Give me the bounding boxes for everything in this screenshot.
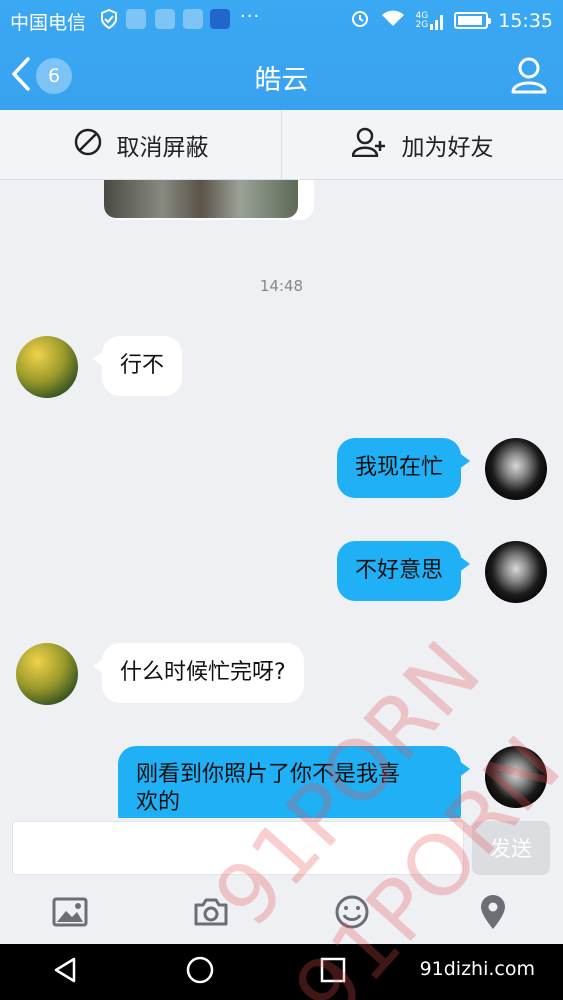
more-notifications-icon: ··· <box>240 6 261 27</box>
app2-notification-icon <box>210 9 230 29</box>
message-bubble-outgoing[interactable]: 我现在忙 <box>336 438 471 498</box>
action-bar: 取消屏蔽 加为好友 <box>0 110 563 180</box>
message-bubble-incoming[interactable]: 什么时候忙完呀? <box>93 643 304 703</box>
unblock-button[interactable]: 取消屏蔽 <box>0 110 281 179</box>
back-triangle-icon[interactable] <box>52 956 80 988</box>
add-friend-label: 加为好友 <box>401 134 494 161</box>
message-input[interactable] <box>12 821 464 875</box>
recents-square-icon[interactable] <box>320 957 346 987</box>
carrier-label: 中国电信 <box>10 12 87 34</box>
gallery-notification-icon <box>155 9 175 29</box>
input-bar: 发送 <box>0 818 563 880</box>
wifi-icon <box>380 8 406 33</box>
battery-icon <box>454 12 492 29</box>
toolbar <box>0 880 563 944</box>
avatar[interactable] <box>485 746 547 808</box>
clock: 15:35 <box>498 9 553 32</box>
status-bar: 中国电信 ··· 4G 2G 15:35 <box>0 0 563 40</box>
send-button[interactable]: 发送 <box>472 821 550 875</box>
image-message[interactable] <box>104 180 314 220</box>
message-bubble-outgoing[interactable]: 不好意思 <box>336 541 471 601</box>
notification-icon <box>126 9 146 29</box>
add-user-icon <box>351 127 388 163</box>
unblock-label: 取消屏蔽 <box>116 134 209 161</box>
alarm-icon <box>350 8 370 33</box>
image-icon[interactable] <box>50 892 90 932</box>
emoji-icon[interactable] <box>332 892 372 932</box>
home-circle-icon[interactable] <box>185 955 215 989</box>
message-timestamp: 14:48 <box>259 277 304 295</box>
title-bar: 6 皓云 <box>0 48 563 104</box>
user-icon <box>509 57 549 98</box>
add-friend-button[interactable]: 加为好友 <box>282 110 563 179</box>
message-bubble-outgoing[interactable]: 刚看到你照片了你不是我喜 欢的 <box>118 746 470 820</box>
message-photo <box>104 180 298 218</box>
camera-icon[interactable] <box>191 892 231 932</box>
shield-icon <box>100 8 118 34</box>
watermark-site: 91dizhi.com <box>419 958 535 980</box>
avatar[interactable] <box>485 438 547 500</box>
avatar[interactable] <box>485 541 547 603</box>
avatar[interactable] <box>16 336 78 398</box>
block-icon <box>73 127 103 163</box>
app-notification-icon <box>183 9 203 29</box>
message-bubble-incoming[interactable]: 行不 <box>92 336 183 396</box>
avatar[interactable] <box>16 643 78 705</box>
profile-button[interactable] <box>509 54 549 94</box>
signal-icon: 4G 2G <box>415 11 445 30</box>
chat-title: 皓云 <box>254 65 309 96</box>
location-icon[interactable] <box>473 892 513 932</box>
chat-area[interactable]: 14:48 行不 我现在忙 不好意思 什么时候忙完呀? 刚看到你照片了你不是我喜… <box>0 180 563 820</box>
header: 中国电信 ··· 4G 2G 15:35 6 皓云 <box>0 0 563 110</box>
network-type-bottom: 2G <box>415 19 429 30</box>
